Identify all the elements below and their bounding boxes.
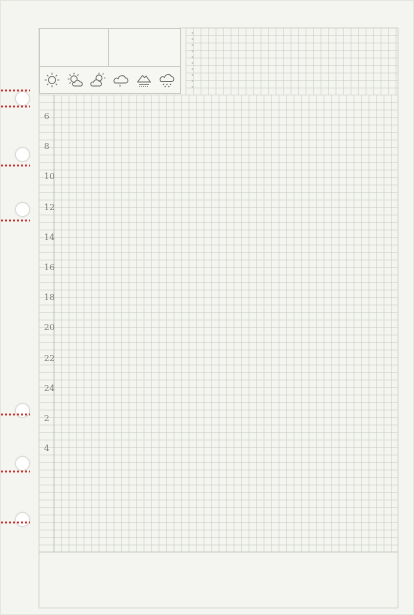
perforation-mark [0, 89, 30, 92]
cloudy-icon[interactable] [113, 72, 129, 88]
binder-hole [15, 91, 30, 106]
dotted-column [191, 30, 194, 90]
hour-label: 22 [44, 353, 55, 364]
perforation-mark [0, 219, 30, 222]
perforation-mark [0, 413, 30, 416]
hour-label: 12 [44, 202, 55, 213]
hour-label: 4 [44, 444, 50, 455]
snow-icon[interactable] [159, 72, 175, 88]
hour-label: 20 [44, 323, 55, 334]
hour-label: 10 [44, 172, 55, 183]
hour-label: 14 [44, 232, 55, 243]
binder-hole [15, 147, 30, 162]
hour-label: 16 [44, 263, 55, 273]
sunny-icon[interactable] [44, 72, 60, 88]
header-divider [108, 28, 109, 66]
binder-hole [15, 512, 30, 527]
perforation-mark [0, 164, 30, 167]
perforation-mark [0, 105, 30, 108]
perforation-mark [0, 470, 30, 473]
perforation-mark [0, 521, 30, 524]
sunny-cloudy-icon[interactable] [67, 72, 83, 88]
hour-label: 24 [44, 383, 55, 394]
hour-label: 2 [44, 414, 50, 424]
planner-page: 6 8 10 12 14 16 18 20 22 24 2 4 [0, 0, 414, 615]
hour-label: 8 [44, 142, 50, 153]
rain-icon[interactable] [136, 72, 152, 88]
binder-hole [15, 202, 30, 217]
hour-label: 6 [44, 112, 50, 122]
header-underline [39, 66, 180, 67]
binder-hole [15, 456, 30, 471]
partly-cloudy-icon[interactable] [90, 72, 106, 88]
hour-label: 18 [44, 293, 55, 304]
weather-icon-row [44, 70, 176, 90]
